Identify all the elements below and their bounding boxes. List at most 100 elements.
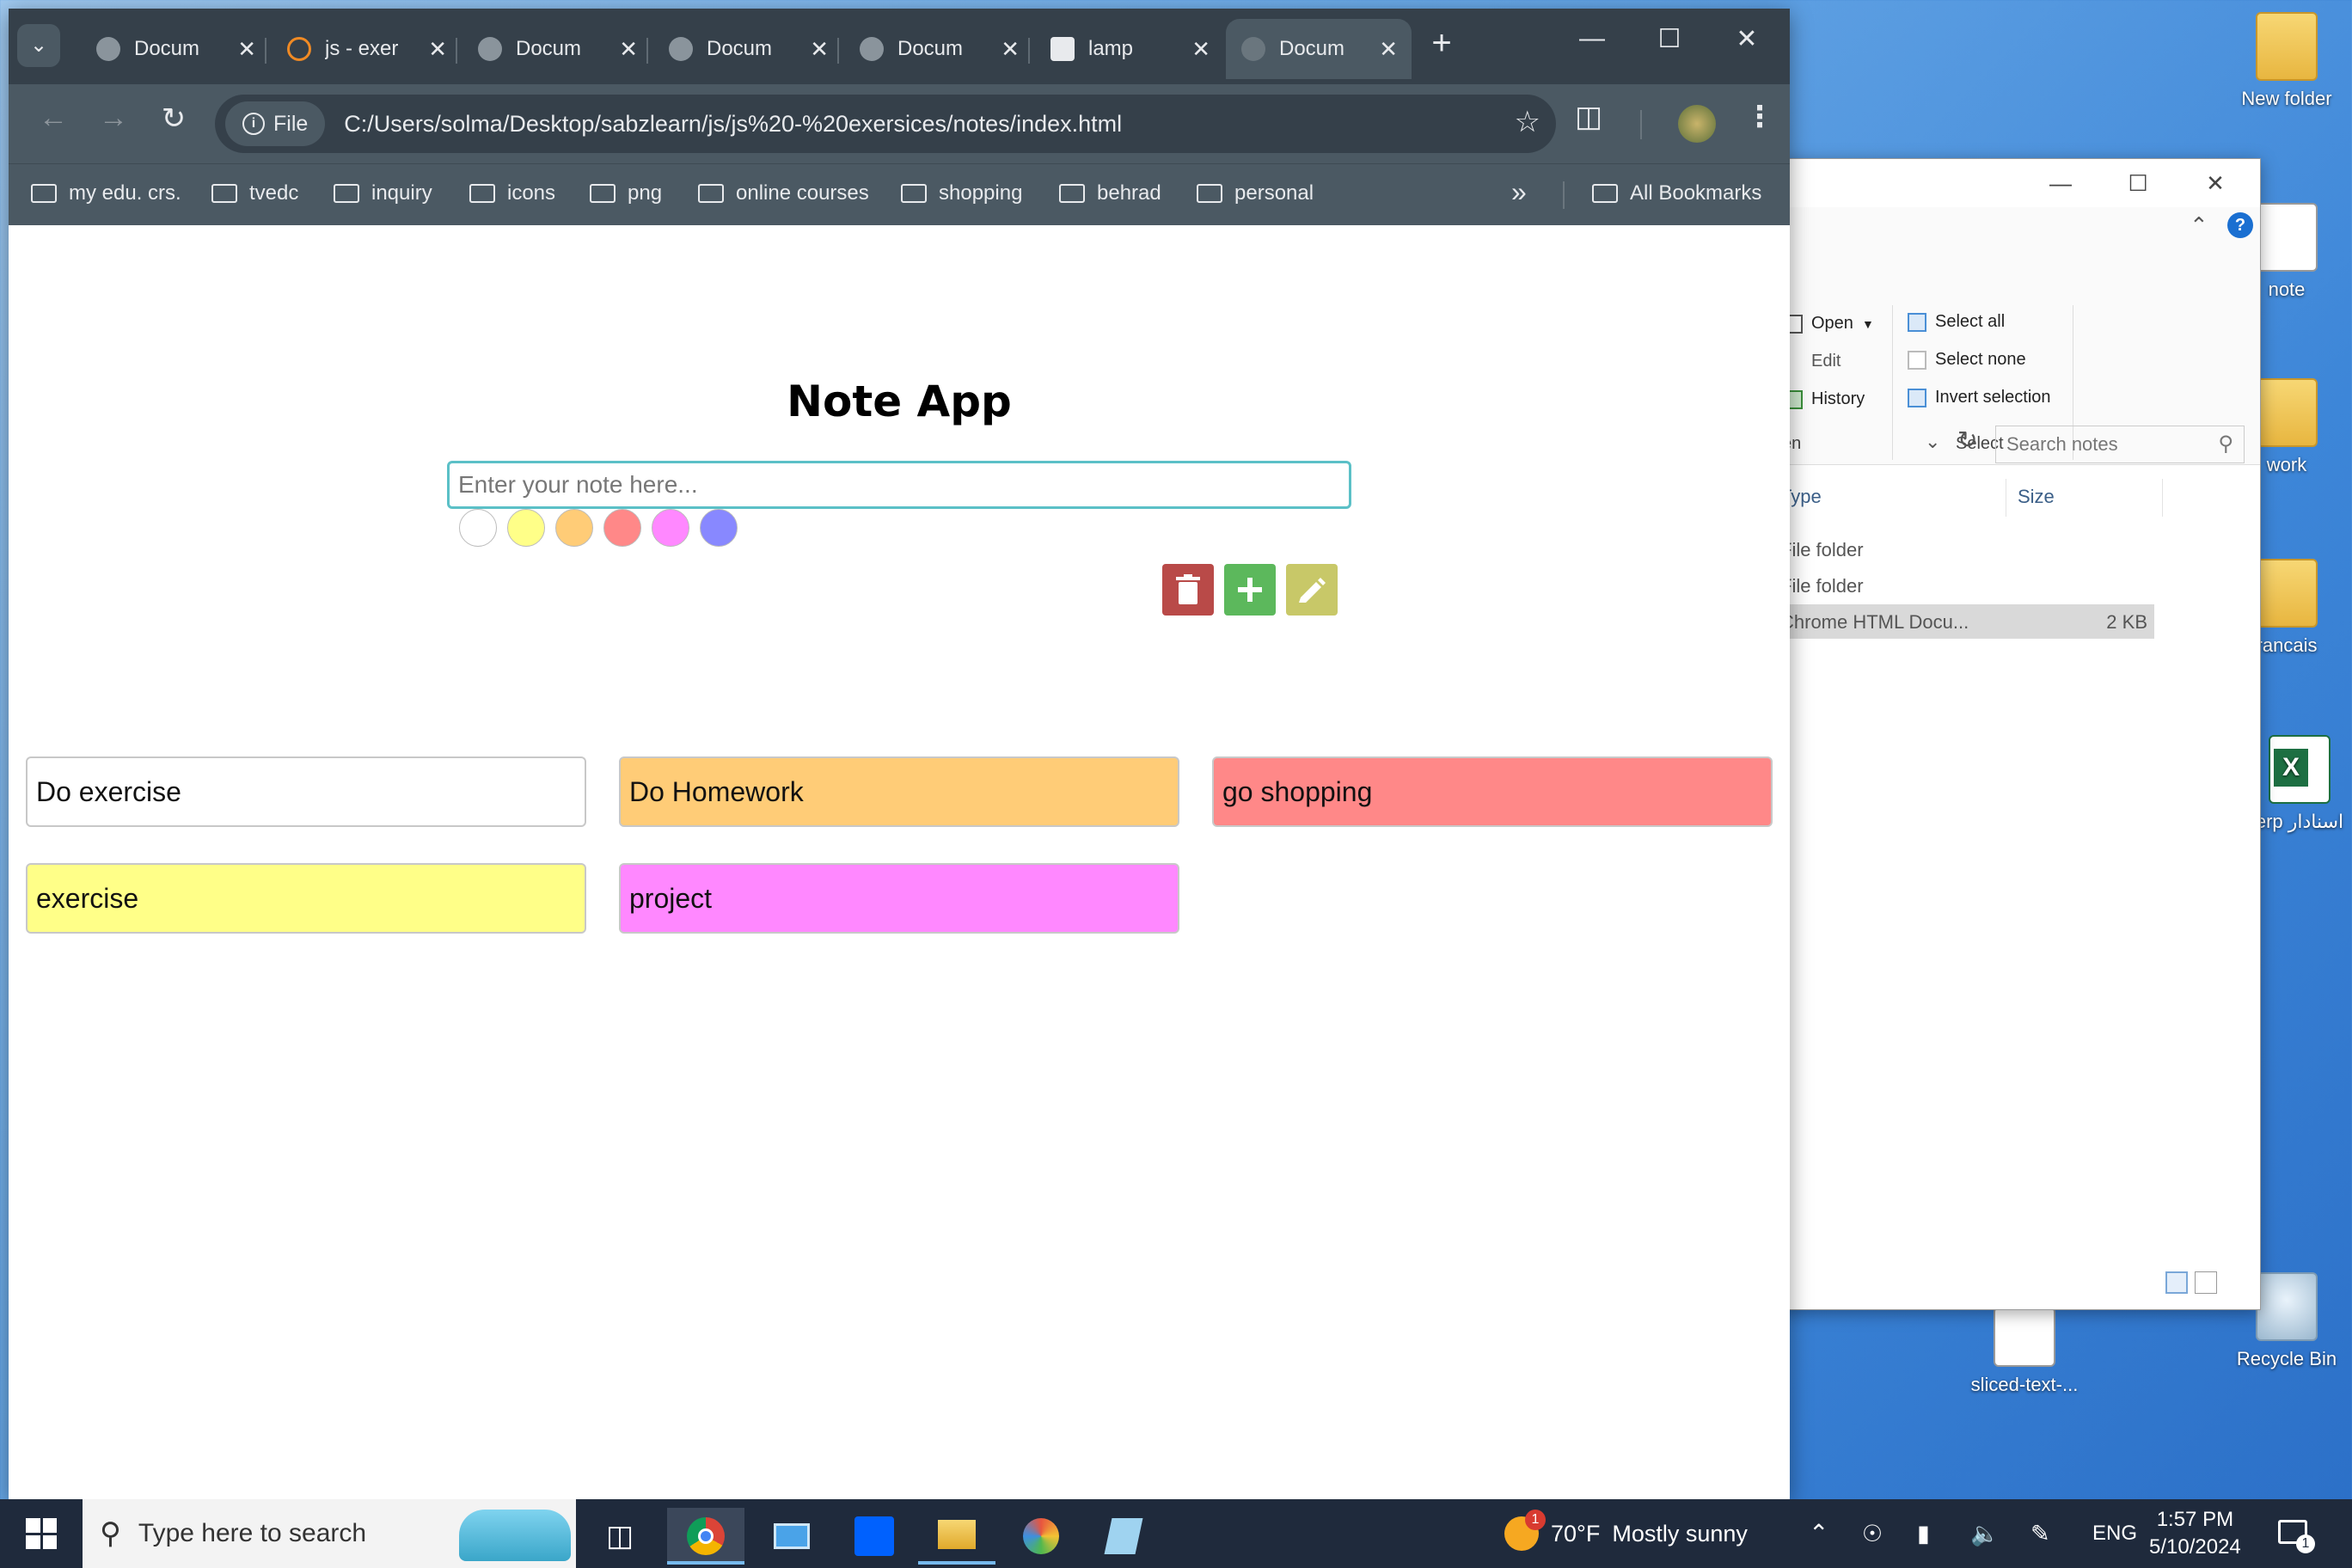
address-dropdown-icon[interactable]: ⌄ [1925, 431, 1940, 453]
color-option-blue[interactable] [700, 509, 738, 547]
site-info-chip[interactable]: i File [225, 101, 326, 146]
battery-icon[interactable]: ▮ [1917, 1499, 1930, 1568]
color-option-orange[interactable] [555, 509, 593, 547]
maximize-button[interactable]: ☐ [2104, 164, 2172, 202]
bookmark-folder-shopping[interactable]: shopping [901, 181, 1022, 205]
volume-icon[interactable]: 🔈 [1970, 1499, 2000, 1568]
tab-document-2[interactable]: Docum ✕ [462, 19, 652, 79]
bookmark-folder-behrad[interactable]: behrad [1059, 181, 1161, 205]
taskbar-dropbox-icon[interactable] [836, 1508, 913, 1565]
desktop-icon-sliced-text[interactable]: sliced-text-... [1960, 1307, 2089, 1396]
note-card[interactable]: go shopping [1212, 756, 1773, 827]
folder-icon [31, 184, 57, 203]
task-view-icon[interactable]: ◫ [581, 1508, 658, 1565]
close-tab-icon[interactable]: ✕ [428, 36, 447, 63]
invert-selection-button[interactable]: Invert selection [1908, 388, 2051, 407]
tab-document-active[interactable]: Docum ✕ [1226, 19, 1412, 79]
color-option-red[interactable] [603, 509, 641, 547]
minimize-button[interactable]: — [2026, 164, 2095, 202]
close-button[interactable]: ✕ [1712, 24, 1781, 54]
forward-button[interactable]: → [89, 101, 138, 135]
color-option-pink[interactable] [652, 509, 689, 547]
tab-document-1[interactable]: Docum ✕ [81, 19, 270, 79]
help-icon[interactable]: ? [2227, 212, 2253, 238]
close-tab-icon[interactable]: ✕ [1191, 36, 1210, 63]
maximize-button[interactable]: ☐ [1635, 24, 1704, 54]
show-hidden-icons-chevron-icon[interactable]: ⌃ [1809, 1499, 1828, 1568]
bookmark-folder-my-edu-crs[interactable]: my edu. crs. [31, 181, 181, 205]
more-bookmarks-chevron-icon[interactable]: » [1511, 176, 1527, 208]
ribbon-open-button[interactable]: Open ▼ [1784, 314, 1874, 334]
desktop-icon-new-folder[interactable]: New folder [2222, 12, 2351, 110]
meet-now-icon[interactable]: ☉ [1862, 1499, 1883, 1568]
tab-lamp[interactable]: lamp ✕ [1035, 19, 1224, 79]
color-option-white[interactable] [459, 509, 497, 547]
column-header-size[interactable]: Size [2018, 486, 2055, 508]
large-icons-view-icon[interactable] [2195, 1271, 2217, 1294]
close-tab-icon[interactable]: ✕ [237, 36, 256, 63]
bookmark-folder-personal[interactable]: personal [1197, 181, 1314, 205]
explorer-search-input[interactable]: Search notes ⚲ [1995, 426, 2245, 463]
delete-button[interactable] [1162, 564, 1214, 616]
file-row-selected[interactable]: Chrome HTML Docu... 2 KB [1780, 604, 2154, 639]
note-app-page: Note App Do exercise [9, 225, 1790, 1499]
note-card[interactable]: Do exercise [26, 756, 586, 827]
globe-icon [478, 37, 502, 61]
refresh-icon[interactable]: ↻ [1957, 426, 1977, 454]
details-view-icon[interactable] [2165, 1271, 2188, 1294]
notification-center-icon[interactable]: 1 [2278, 1499, 2315, 1568]
close-tab-icon[interactable]: ✕ [1379, 36, 1398, 63]
language-indicator[interactable]: ENG [2092, 1499, 2137, 1568]
taskbar-notepad-icon[interactable] [1085, 1508, 1162, 1565]
system-clock[interactable]: 1:57 PM 5/10/2024 [2149, 1506, 2241, 1561]
add-note-button[interactable] [1224, 564, 1276, 616]
extensions-icon[interactable]: ◫ [1575, 100, 1602, 134]
bookmark-folder-online-courses[interactable]: online courses [698, 181, 869, 205]
note-card[interactable]: project [619, 863, 1179, 934]
weather-widget[interactable]: 1 70°F Mostly sunny [1504, 1499, 1748, 1568]
ribbon-history-button[interactable]: History [1784, 389, 1865, 409]
bookmark-star-icon[interactable]: ☆ [1515, 105, 1540, 139]
taskbar-file-explorer-icon[interactable] [918, 1508, 995, 1565]
taskbar-paint-icon[interactable] [1002, 1508, 1080, 1565]
windows-start-icon[interactable] [26, 1518, 57, 1549]
folder-icon [2256, 12, 2318, 81]
file-row[interactable]: File folder [1780, 568, 2154, 603]
profile-avatar[interactable] [1678, 105, 1716, 143]
browser-toolbar: ← → ↻ i File C:/Users/solma/Desktop/sabz… [9, 84, 1790, 163]
reload-button[interactable]: ↻ [150, 101, 198, 136]
tab-document-3[interactable]: Docum ✕ [653, 19, 842, 79]
address-bar[interactable]: i File C:/Users/solma/Desktop/sabzlearn/… [215, 95, 1556, 153]
taskbar-chrome-icon[interactable] [667, 1508, 744, 1565]
bookmark-folder-png[interactable]: png [590, 181, 662, 205]
tab-document-4[interactable]: Docum ✕ [844, 19, 1033, 79]
note-input[interactable] [447, 461, 1351, 509]
bookmark-folder-icons[interactable]: icons [469, 181, 555, 205]
select-none-button[interactable]: Select none [1908, 350, 2026, 370]
taskbar-remote-desktop-icon[interactable] [753, 1508, 830, 1565]
menu-kebab-icon[interactable]: ⋮ [1745, 100, 1774, 134]
select-all-button[interactable]: Select all [1908, 312, 2005, 332]
tab-search-button[interactable]: ⌄ [17, 24, 60, 67]
new-tab-button[interactable]: + [1420, 24, 1463, 63]
edit-button[interactable] [1286, 564, 1338, 616]
close-tab-icon[interactable]: ✕ [619, 36, 638, 63]
pen-icon[interactable]: ✎ [2030, 1499, 2050, 1568]
note-card[interactable]: exercise [26, 863, 586, 934]
all-bookmarks-button[interactable]: All Bookmarks [1592, 181, 1761, 205]
taskbar-search-input[interactable]: ⚲ Type here to search [83, 1499, 576, 1568]
collapse-ribbon-icon[interactable]: ⌃ [2190, 212, 2208, 239]
bookmark-folder-tvedc[interactable]: tvedc [211, 181, 298, 205]
tab-divider [456, 38, 457, 64]
tab-js-exercises[interactable]: js - exer ✕ [272, 19, 461, 79]
note-card[interactable]: Do Homework [619, 756, 1179, 827]
minimize-button[interactable]: — [1558, 24, 1626, 53]
close-tab-icon[interactable]: ✕ [810, 36, 829, 63]
color-option-yellow[interactable] [507, 509, 545, 547]
back-button[interactable]: ← [29, 101, 77, 135]
close-tab-icon[interactable]: ✕ [1001, 36, 1020, 63]
close-button[interactable]: ✕ [2181, 164, 2250, 202]
ribbon-edit-button[interactable]: Edit [1784, 352, 1841, 371]
file-row[interactable]: File folder [1780, 532, 2154, 567]
bookmark-folder-inquiry[interactable]: inquiry [334, 181, 432, 205]
